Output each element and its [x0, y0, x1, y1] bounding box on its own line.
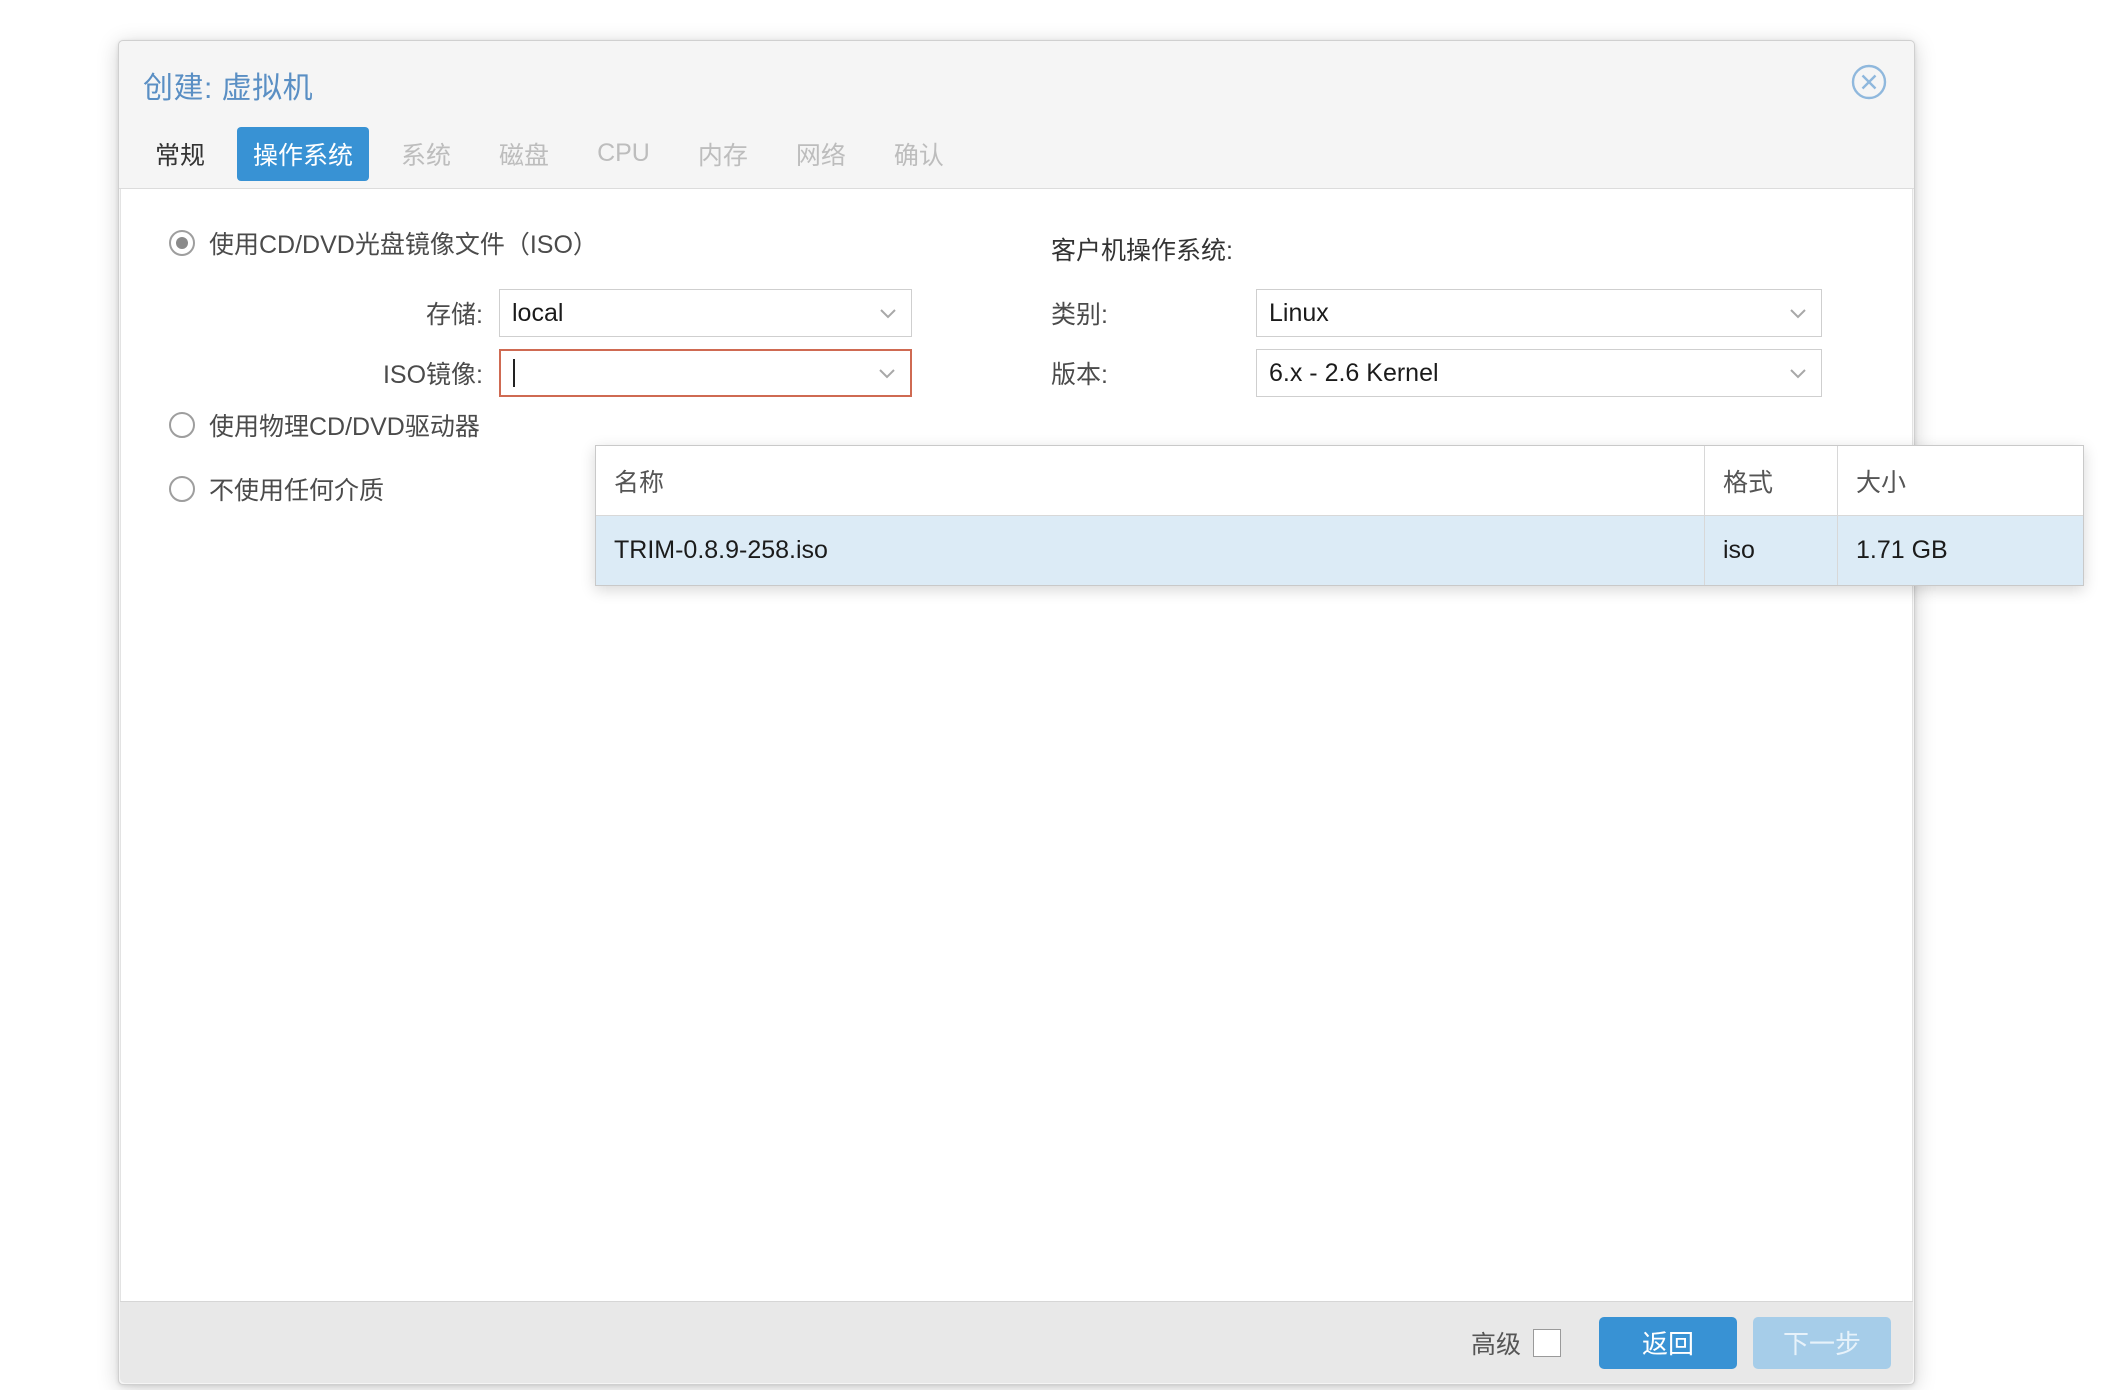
- tab-confirm: 确认: [878, 127, 960, 181]
- tab-system: 系统: [385, 127, 467, 181]
- column-header-name[interactable]: 名称: [596, 446, 1704, 515]
- radio-indicator-iso: [169, 230, 195, 256]
- iso-image-dropdown: 名称 格式 大小 TRIM-0.8.9-258.iso iso 1.71 GB: [595, 445, 2084, 586]
- iso-format-cell: iso: [1704, 516, 1837, 585]
- advanced-toggle[interactable]: 高级: [1471, 1325, 1561, 1361]
- advanced-label: 高级: [1471, 1325, 1521, 1361]
- radio-use-iso-file[interactable]: 使用CD/DVD光盘镜像文件（ISO）: [169, 225, 598, 261]
- back-button[interactable]: 返回: [1599, 1317, 1737, 1369]
- os-category-label: 类别:: [1051, 295, 1256, 331]
- iso-name-cell: TRIM-0.8.9-258.iso: [596, 516, 1704, 585]
- os-version-value: 6.x - 2.6 Kernel: [1269, 359, 1439, 388]
- iso-size-cell: 1.71 GB: [1837, 516, 2083, 585]
- next-button: 下一步: [1753, 1317, 1891, 1369]
- tab-cpu: CPU: [581, 130, 666, 177]
- radio-label-physical: 使用物理CD/DVD驱动器: [209, 407, 480, 443]
- tab-network: 网络: [780, 127, 862, 181]
- chevron-down-icon: [1787, 362, 1809, 384]
- chevron-down-icon: [877, 302, 899, 324]
- list-item[interactable]: TRIM-0.8.9-258.iso iso 1.71 GB: [596, 516, 2083, 585]
- radio-indicator-none: [169, 476, 195, 502]
- dialog-header: 创建: 虚拟机: [119, 41, 1914, 119]
- os-category-select[interactable]: Linux: [1256, 289, 1822, 337]
- iso-image-label: ISO镜像:: [169, 355, 499, 391]
- guest-os-heading: 客户机操作系统:: [1051, 231, 1233, 267]
- text-cursor: [513, 359, 515, 387]
- chevron-down-icon: [1787, 302, 1809, 324]
- os-category-value: Linux: [1269, 299, 1329, 328]
- radio-indicator-physical: [169, 412, 195, 438]
- create-vm-dialog: 创建: 虚拟机 常规 操作系统 系统 磁盘 CPU 内存 网络 确认: [118, 40, 1915, 1385]
- dropdown-header-row: 名称 格式 大小: [596, 446, 2083, 516]
- advanced-checkbox[interactable]: [1533, 1329, 1561, 1357]
- tab-general[interactable]: 常规: [139, 127, 221, 181]
- page-title: 创建: 虚拟机: [143, 63, 313, 107]
- radio-use-no-media[interactable]: 不使用任何介质: [169, 471, 384, 507]
- os-version-select[interactable]: 6.x - 2.6 Kernel: [1256, 349, 1822, 397]
- close-circle-icon[interactable]: [1848, 61, 1890, 103]
- storage-label: 存储:: [169, 295, 499, 331]
- field-os-category: 类别: Linux: [1051, 289, 1822, 337]
- tab-os[interactable]: 操作系统: [237, 127, 369, 181]
- field-os-version: 版本: 6.x - 2.6 Kernel: [1051, 349, 1822, 397]
- column-header-format[interactable]: 格式: [1704, 446, 1837, 515]
- storage-select-value: local: [512, 299, 563, 328]
- column-header-size[interactable]: 大小: [1837, 446, 2083, 515]
- os-version-label: 版本:: [1051, 355, 1256, 391]
- dialog-footer: 高级 返回 下一步: [120, 1301, 1913, 1383]
- chevron-down-icon: [876, 362, 898, 384]
- storage-select[interactable]: local: [499, 289, 912, 337]
- tab-bar: 常规 操作系统 系统 磁盘 CPU 内存 网络 确认: [119, 119, 1914, 189]
- radio-label-iso: 使用CD/DVD光盘镜像文件（ISO）: [209, 225, 598, 261]
- dialog-body: 使用CD/DVD光盘镜像文件（ISO） 存储: local ISO镜像:: [120, 189, 1913, 1301]
- screen: 创建: 虚拟机 常规 操作系统 系统 磁盘 CPU 内存 网络 确认: [0, 0, 2114, 1390]
- radio-label-none: 不使用任何介质: [209, 471, 384, 507]
- iso-image-combobox[interactable]: [499, 349, 912, 397]
- tab-memory: 内存: [682, 127, 764, 181]
- field-storage: 存储: local: [169, 289, 912, 337]
- radio-use-physical-drive[interactable]: 使用物理CD/DVD驱动器: [169, 407, 480, 443]
- tab-disk: 磁盘: [483, 127, 565, 181]
- field-iso-image: ISO镜像:: [169, 349, 912, 397]
